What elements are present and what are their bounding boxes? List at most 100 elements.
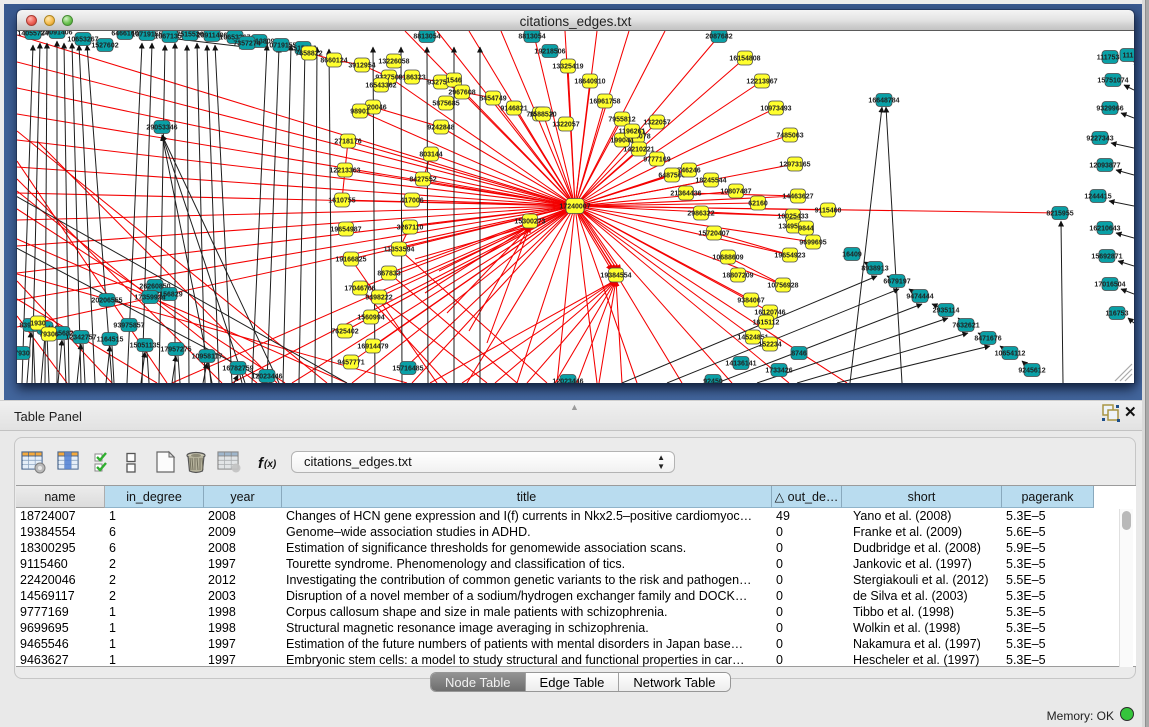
svg-text:92450: 92450 [703, 379, 723, 384]
svg-text:10654112: 10654112 [995, 351, 1026, 358]
svg-text:9699695: 9699695 [799, 240, 826, 247]
svg-text:10958117: 10958117 [192, 354, 223, 361]
svg-text:12023446: 12023446 [552, 379, 583, 384]
svg-text:16648784: 16648784 [868, 98, 899, 105]
svg-text:8938913: 8938913 [861, 266, 888, 273]
svg-text:1930: 1930 [30, 321, 46, 328]
svg-text:16543362: 16543362 [365, 83, 396, 90]
svg-text:21364436: 21364436 [670, 191, 701, 198]
svg-text:17957275: 17957275 [160, 347, 191, 354]
svg-text:7658822: 7658822 [295, 51, 322, 58]
svg-text:10688609: 10688609 [712, 255, 743, 262]
svg-text:8660124: 8660124 [320, 58, 347, 65]
svg-text:15300273: 15300273 [514, 219, 545, 226]
svg-text:9457771: 9457771 [337, 360, 364, 367]
svg-text:7955812: 7955812 [608, 117, 635, 124]
svg-text:2986322: 2986322 [687, 211, 714, 218]
svg-text:6679197: 6679197 [883, 279, 910, 286]
svg-text:1196261: 1196261 [619, 129, 646, 136]
svg-text:12093877: 12093877 [1089, 163, 1120, 170]
svg-text:16154808: 16154808 [729, 56, 760, 63]
svg-text:16409: 16409 [842, 252, 862, 259]
svg-text:15692871: 15692871 [1091, 254, 1122, 261]
svg-text:1527602: 1527602 [91, 43, 118, 50]
svg-text:1322057: 1322057 [552, 122, 579, 129]
svg-text:29053346: 29053346 [146, 125, 177, 132]
svg-text:15716485: 15716485 [392, 366, 423, 373]
svg-text:7625402: 7625402 [331, 329, 358, 336]
svg-text:8471676: 8471676 [974, 336, 1001, 343]
svg-text:9498222: 9498222 [365, 295, 392, 302]
svg-text:17240007: 17240007 [559, 204, 590, 211]
svg-text:17046766: 17046766 [344, 286, 375, 293]
svg-text:19166825: 19166825 [335, 257, 366, 264]
svg-text:867833: 867833 [377, 271, 400, 278]
svg-text:152234: 152234 [758, 342, 781, 349]
svg-text:14463627: 14463627 [782, 194, 813, 201]
svg-text:9384067: 9384067 [737, 298, 764, 305]
svg-text:18245544: 18245544 [695, 178, 726, 185]
svg-text:1610755: 1610755 [328, 198, 355, 205]
svg-text:7485063: 7485063 [776, 133, 803, 140]
svg-text:14136141: 14136141 [725, 361, 756, 368]
svg-text:7930: 7930 [17, 351, 30, 358]
svg-text:2087682: 2087682 [705, 34, 732, 41]
svg-text:3267110: 3267110 [397, 225, 424, 232]
svg-text:12342757: 12342757 [65, 335, 96, 342]
svg-text:8186323: 8186323 [398, 75, 425, 82]
svg-text:12213363: 12213363 [329, 168, 360, 175]
svg-text:2718176: 2718176 [334, 139, 361, 146]
svg-text:18640910: 18640910 [574, 79, 605, 86]
svg-text:18807209: 18807209 [722, 273, 753, 280]
svg-text:417006: 417006 [400, 198, 423, 205]
svg-text:11353594: 11353594 [384, 247, 415, 254]
svg-text:1322057: 1322057 [643, 120, 670, 127]
svg-text:9777169: 9777169 [643, 157, 670, 164]
svg-text:2935114: 2935114 [933, 308, 960, 315]
svg-text:116753: 116753 [1106, 311, 1129, 318]
svg-text:111: 111 [1123, 53, 1134, 60]
svg-text:19654987: 19654987 [330, 227, 361, 234]
svg-text:20206555: 20206555 [91, 298, 122, 305]
svg-text:12973165: 12973165 [779, 162, 810, 169]
svg-text:746246: 746246 [677, 168, 700, 175]
svg-text:(x): (x) [264, 459, 277, 470]
svg-text:5875685: 5875685 [432, 101, 459, 108]
svg-text:98901: 98901 [350, 109, 370, 116]
svg-text:79306: 79306 [39, 332, 59, 339]
svg-text:9115460: 9115460 [815, 208, 842, 215]
svg-text:13325419: 13325419 [552, 64, 583, 71]
svg-text:10756928: 10756928 [767, 283, 798, 290]
svg-text:1164515: 1164515 [97, 337, 124, 344]
svg-text:1244415: 1244415 [1084, 194, 1111, 201]
svg-text:10973493: 10973493 [760, 106, 791, 113]
svg-text:1117534: 1117534 [1097, 55, 1124, 62]
svg-text:8813054: 8813054 [413, 34, 440, 41]
svg-text:14210221: 14210221 [623, 147, 654, 154]
svg-text:2967608: 2967608 [448, 90, 475, 97]
svg-text:16210643: 16210643 [1089, 226, 1120, 233]
svg-text:16914479: 16914479 [357, 344, 388, 351]
svg-text:12213967: 12213967 [746, 79, 777, 86]
svg-text:15720407: 15720407 [698, 231, 729, 238]
svg-text:15051135: 15051135 [130, 343, 161, 350]
svg-text:1615112: 1615112 [753, 320, 780, 327]
svg-text:15751074: 15751074 [1097, 78, 1128, 85]
svg-text:9242848: 9242848 [427, 125, 454, 132]
svg-text:1588520: 1588520 [529, 112, 556, 119]
svg-text:803144: 803144 [419, 152, 442, 159]
svg-text:7632621: 7632621 [952, 323, 979, 330]
svg-text:9844: 9844 [798, 226, 814, 233]
svg-text:19218506: 19218506 [534, 49, 565, 56]
svg-text:9474444: 9474444 [906, 294, 933, 301]
svg-text:17359924: 17359924 [134, 295, 165, 302]
svg-text:8215955: 8215955 [1046, 211, 1073, 218]
svg-text:3912954: 3912954 [348, 63, 375, 70]
svg-text:8746: 8746 [791, 351, 807, 358]
svg-text:19384554: 19384554 [600, 273, 631, 280]
svg-text:16782759: 16782759 [222, 366, 253, 373]
svg-text:19654923: 19654923 [774, 253, 805, 260]
svg-text:16961758: 16961758 [589, 99, 620, 106]
svg-text:8427552: 8427552 [409, 177, 436, 184]
svg-text:8813054: 8813054 [518, 34, 545, 41]
